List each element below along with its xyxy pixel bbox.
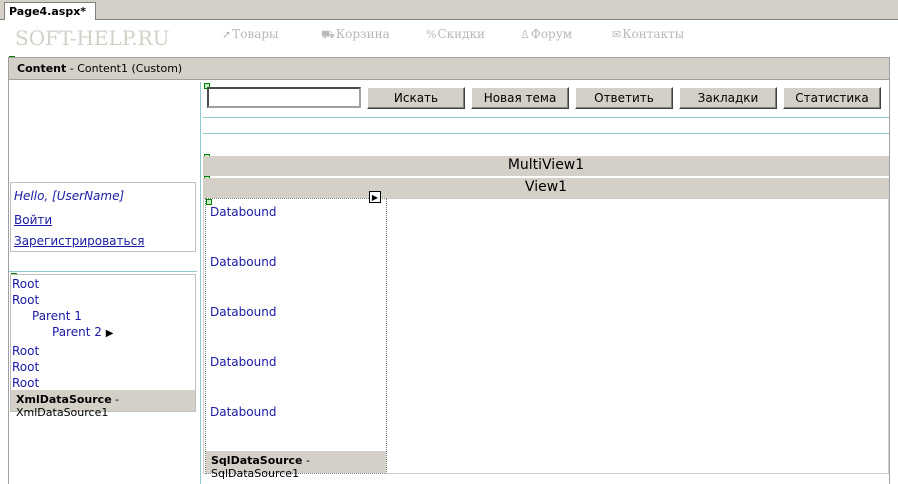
tree-node-selected[interactable]: Parent 2 ▶	[52, 325, 113, 339]
repeater-marker-icon	[206, 199, 212, 205]
nav-item-products[interactable]: ➚Товары	[222, 27, 279, 41]
databound-item: Databound	[210, 255, 277, 269]
statistics-button[interactable]: Статистика	[783, 87, 881, 109]
data-repeater[interactable]: Databound Databound Databound Databound …	[205, 198, 387, 480]
tree-node[interactable]: Parent 1	[32, 309, 82, 323]
view-band[interactable]: View1	[203, 178, 889, 198]
nav-label-contacts: Контакты	[622, 27, 685, 41]
reply-button[interactable]: Ответить	[575, 87, 673, 109]
nav-label-products: Товары	[232, 27, 279, 41]
arrow-icon: ➚	[222, 28, 232, 41]
nav-item-discounts[interactable]: %Скидки	[426, 27, 485, 41]
tab-page4[interactable]: Page4.aspx*	[4, 2, 96, 21]
tree-node[interactable]: Root	[12, 360, 39, 374]
databound-item: Databound	[210, 305, 277, 319]
left-divider	[9, 271, 197, 272]
databound-item: Databound	[210, 405, 277, 419]
sql-datasource-name: SqlDataSource	[211, 454, 303, 467]
percent-icon: %	[426, 28, 437, 41]
content-name: Content	[17, 62, 67, 75]
nav-label-discounts: Скидки	[437, 27, 486, 41]
nav-label-cart: Корзина	[335, 27, 390, 41]
new-topic-button[interactable]: Новая тема	[471, 87, 569, 109]
sql-datasource-label[interactable]: SqlDataSource - SqlDataSource1	[206, 451, 386, 480]
tree-node[interactable]: Root	[12, 344, 39, 358]
document-tabstrip	[0, 0, 898, 20]
tree-node[interactable]: Root	[12, 293, 39, 307]
nav-item-contacts[interactable]: ✉Контакты	[612, 27, 684, 41]
tree-view: Root Root Parent 1 Parent 2 ▶ Root Root …	[10, 274, 196, 419]
site-logo: SOFT-HELP.RU	[15, 26, 170, 50]
section-divider	[203, 133, 889, 134]
nav-item-cart[interactable]: ⛟Корзина	[321, 27, 390, 43]
people-icon: ♙	[520, 28, 530, 41]
mail-icon: ✉	[612, 28, 622, 41]
tree-node[interactable]: Root	[12, 376, 39, 390]
xml-datasource-name: XmlDataSource	[16, 393, 112, 406]
search-input[interactable]	[207, 87, 361, 108]
content-detail: - Content1 (Custom)	[66, 62, 183, 75]
column-divider	[200, 82, 201, 484]
register-link[interactable]: Зарегистрироваться	[14, 234, 144, 248]
bookmarks-button[interactable]: Закладки	[679, 87, 777, 109]
databound-item: Databound	[210, 205, 277, 219]
smart-tag-icon[interactable]: ▶	[369, 191, 381, 203]
caret-right-icon: ▶	[105, 328, 114, 339]
xml-datasource-label[interactable]: XmlDataSource - XmlDataSource1	[11, 390, 195, 419]
content-placeholder-bar[interactable]: Content - Content1 (Custom)	[8, 57, 890, 80]
search-button[interactable]: Искать	[367, 87, 465, 109]
tree-node[interactable]: Root	[12, 277, 39, 291]
multiview-band[interactable]: MultiView1	[203, 156, 889, 176]
cart-icon: ⛟	[321, 28, 335, 41]
databound-item: Databound	[210, 355, 277, 369]
nav-item-forum[interactable]: ♙Форум	[520, 27, 572, 41]
login-view: Hello, [UserName] Войти Зарегистрировать…	[10, 182, 196, 252]
tree-node-label: Parent 2	[52, 325, 102, 339]
login-link[interactable]: Войти	[14, 213, 52, 227]
nav-label-forum: Форум	[530, 27, 573, 41]
login-greeting: Hello, [UserName]	[14, 189, 125, 203]
